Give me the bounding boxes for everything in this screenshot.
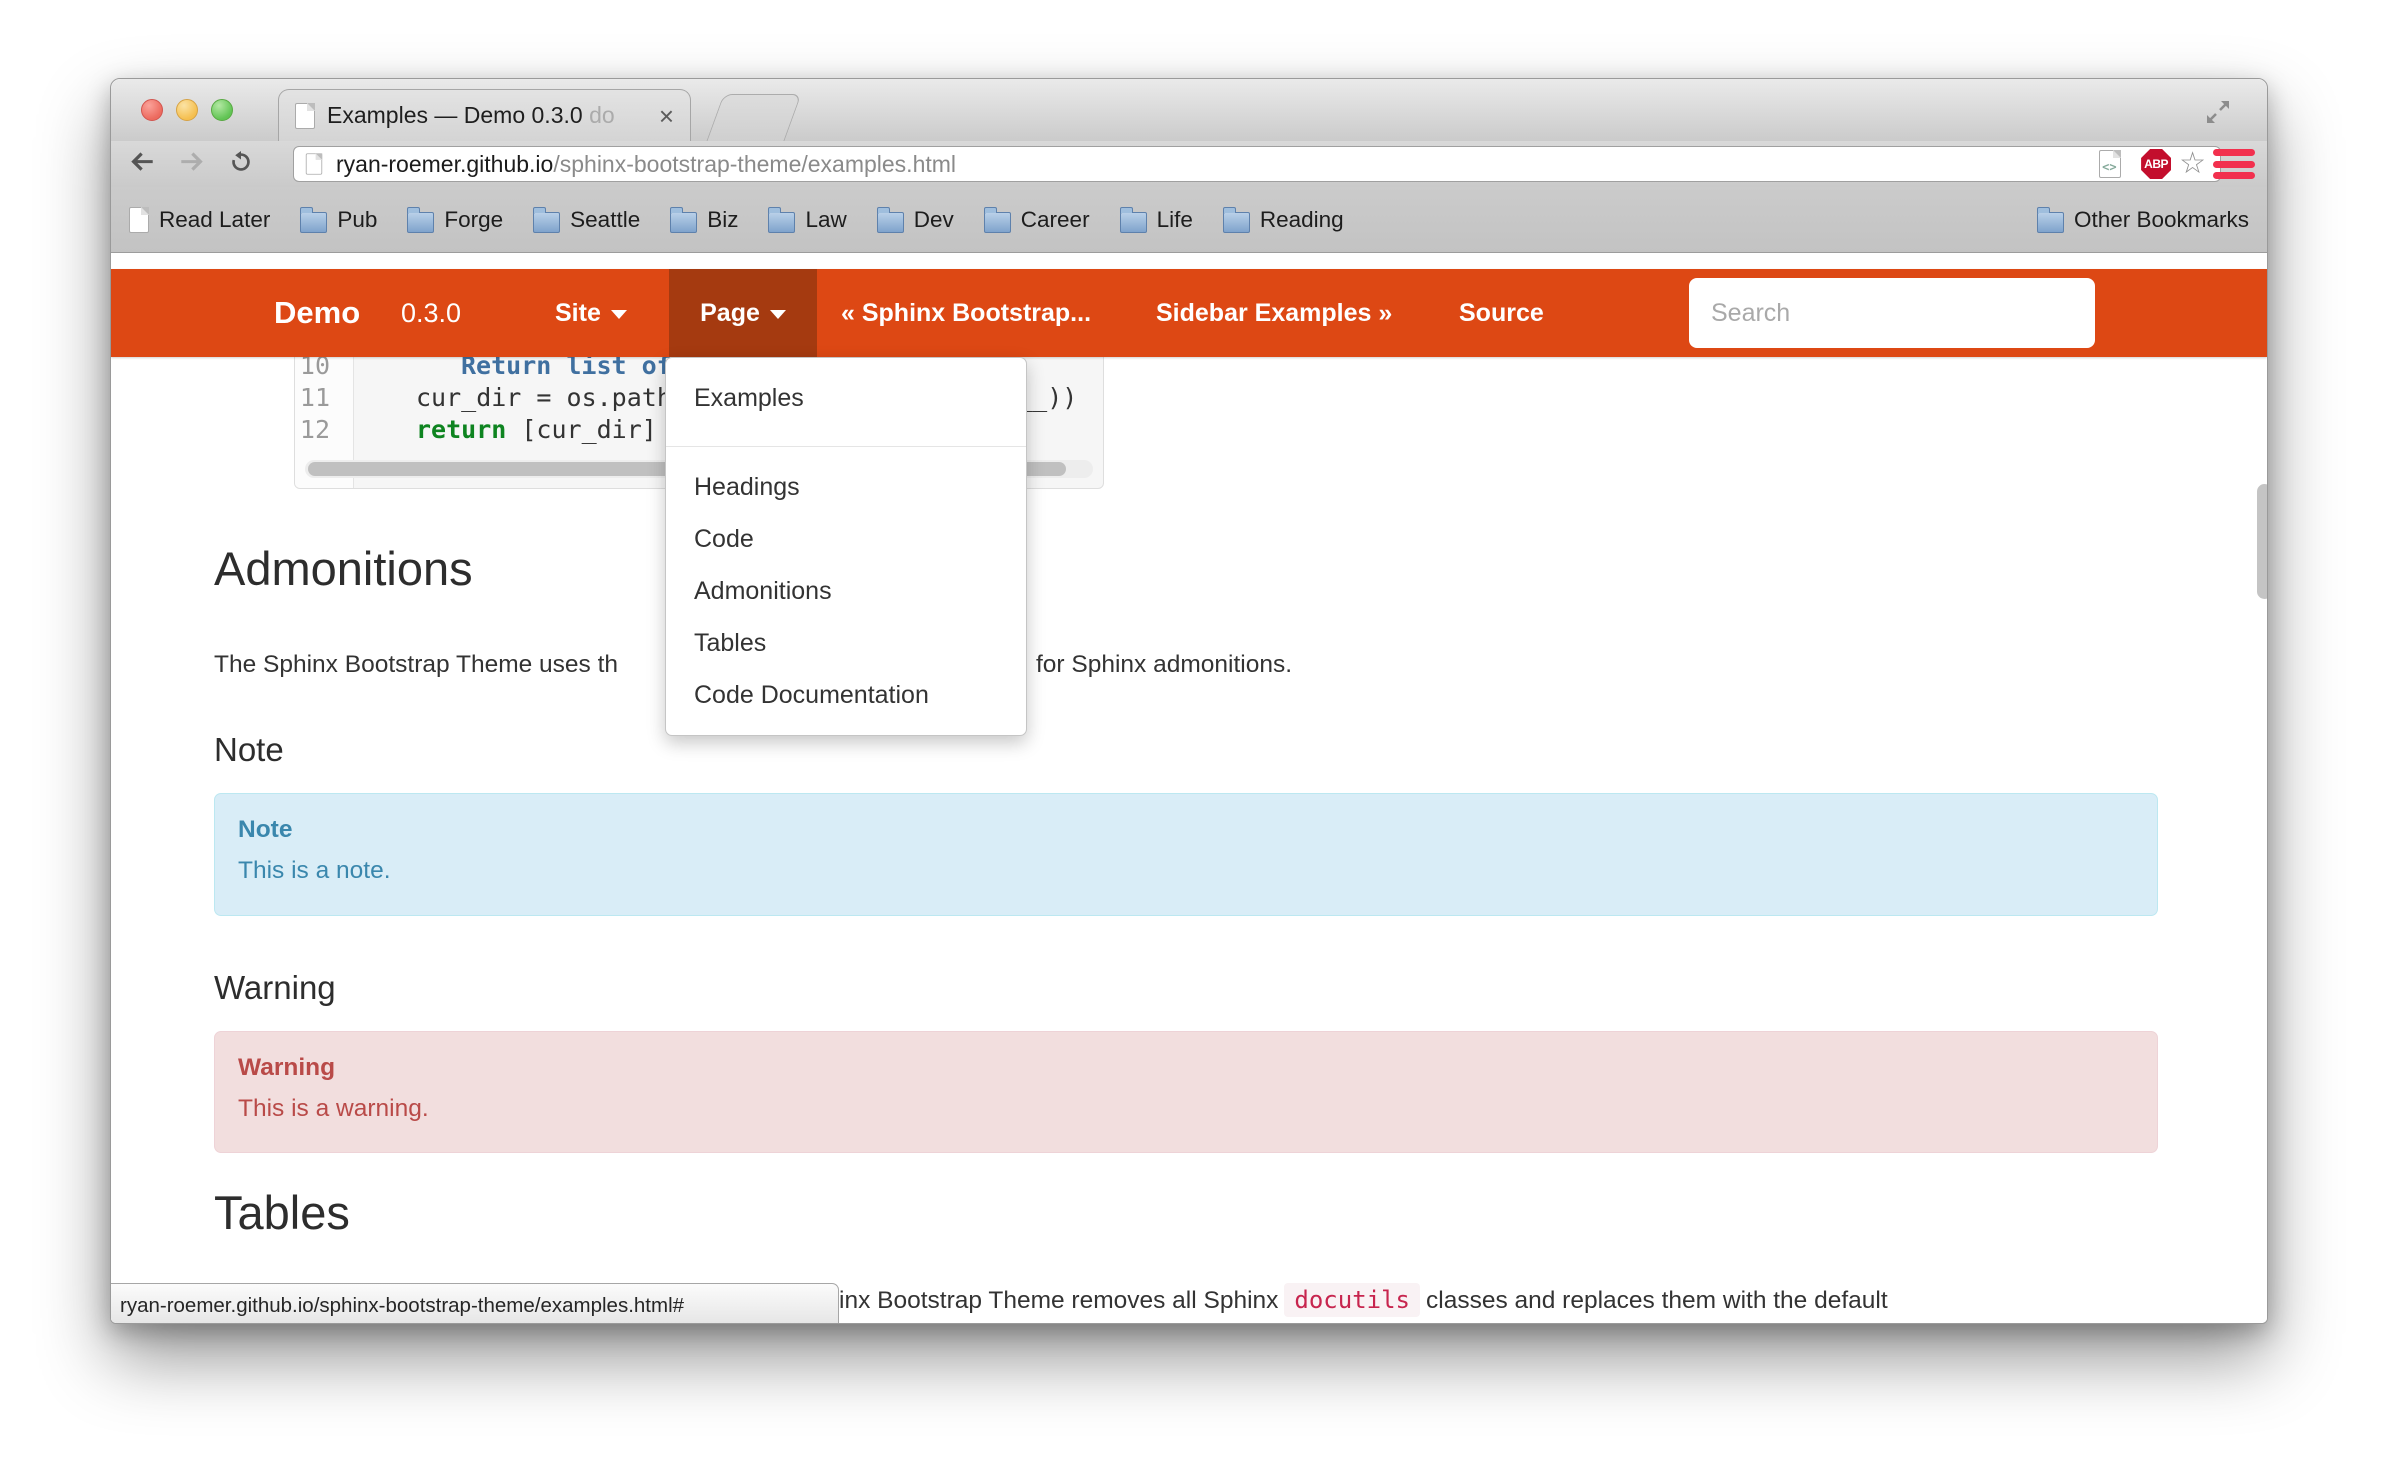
vertical-scrollbar-thumb[interactable] (2257, 484, 2267, 599)
page-dropdown-menu: Examples Headings Code Admonitions Table… (665, 357, 1027, 736)
close-window-button[interactable] (141, 99, 163, 121)
note-heading: Note (214, 731, 284, 769)
navbar-prev-link[interactable]: « Sphinx Bootstrap... (841, 269, 1091, 357)
admonitions-heading: Admonitions (214, 541, 473, 596)
tables-heading: Tables (214, 1185, 350, 1240)
bookmark-folder-dev[interactable]: Dev (877, 207, 954, 233)
folder-icon (2037, 212, 2064, 233)
bookmark-folder-pub[interactable]: Pub (300, 207, 377, 233)
dropdown-item-code-documentation[interactable]: Code Documentation (666, 669, 1026, 721)
tab-favicon-icon (295, 103, 315, 129)
browser-tab[interactable]: Examples — Demo 0.3.0 do × (278, 89, 691, 141)
folder-icon (768, 212, 795, 233)
warning-alert: Warning This is a warning. (214, 1031, 2158, 1153)
chevron-down-icon (611, 310, 627, 319)
fullscreen-icon[interactable] (2201, 95, 2235, 129)
intro-paragraph-left: The Sphinx Bootstrap Theme uses th (214, 651, 618, 679)
tab-close-icon[interactable]: × (659, 104, 674, 128)
bookmark-folder-seattle[interactable]: Seattle (533, 207, 640, 233)
warning-alert-title: Warning (238, 1054, 2157, 1082)
folder-icon (984, 212, 1011, 233)
folder-icon (1223, 212, 1250, 233)
bookmark-folder-biz[interactable]: Biz (670, 207, 738, 233)
site-navbar: Demo 0.3.0 Site Page « Sphinx Bootstrap.… (111, 269, 2267, 357)
dropdown-item-headings[interactable]: Headings (666, 461, 1026, 513)
navbar-next-link[interactable]: Sidebar Examples » (1156, 269, 1392, 357)
tab-title: Examples — Demo 0.3.0 do (327, 102, 647, 129)
note-alert-body: This is a note. (238, 857, 2157, 885)
note-alert: Note This is a note. (214, 793, 2158, 916)
intro-paragraph-right: for Sphinx admonitions. (1036, 651, 1292, 679)
folder-icon (300, 212, 327, 233)
bookmarks-bar: Read Later Pub Forge Seattle Biz Law Dev… (111, 187, 2267, 253)
bookmark-folder-life[interactable]: Life (1120, 207, 1193, 233)
titlebar[interactable]: Examples — Demo 0.3.0 do × (111, 79, 2267, 141)
tables-paragraph: inx Bootstrap Theme removes all Sphinxdo… (839, 1286, 1888, 1315)
search-input[interactable] (1689, 278, 2095, 348)
bookmark-read-later[interactable]: Read Later (129, 207, 270, 233)
page-viewport: 10Return list of HTML 11cur_dir = os.pat… (111, 253, 2267, 1323)
url-favicon-icon (306, 153, 322, 174)
chrome-menu-icon[interactable] (2213, 149, 2255, 179)
dropdown-divider (666, 446, 1026, 447)
browser-window: Examples — Demo 0.3.0 do × ryan-roemer.g… (110, 78, 2268, 1324)
zoom-window-button[interactable] (211, 99, 233, 121)
navbar-site-menu[interactable]: Site (555, 269, 627, 357)
back-icon[interactable] (127, 147, 157, 182)
navbar-version: 0.3.0 (401, 269, 461, 357)
folder-icon (877, 212, 904, 233)
dropdown-item-tables[interactable]: Tables (666, 617, 1026, 669)
folder-icon (533, 212, 560, 233)
folder-icon (670, 212, 697, 233)
docutils-code-chip: docutils (1284, 1283, 1420, 1317)
navbar-brand[interactable]: Demo (274, 269, 360, 357)
warning-heading: Warning (214, 969, 336, 1007)
warning-alert-body: This is a warning. (238, 1095, 2157, 1123)
status-bar: ryan-roemer.github.io/sphinx-bootstrap-t… (111, 1283, 839, 1323)
navbar-page-menu[interactable]: Page (669, 269, 817, 357)
dropdown-item-examples[interactable]: Examples (666, 372, 1026, 424)
other-bookmarks[interactable]: Other Bookmarks (2037, 207, 2249, 233)
traffic-lights (141, 99, 233, 121)
minimize-window-button[interactable] (176, 99, 198, 121)
adblock-icon[interactable]: ABP (2141, 149, 2171, 179)
bookmark-folder-forge[interactable]: Forge (407, 207, 503, 233)
chevron-down-icon (770, 310, 786, 319)
address-bar[interactable]: ryan-roemer.github.io/sphinx-bootstrap-t… (293, 146, 2221, 182)
folder-icon (407, 212, 434, 233)
folder-icon (1120, 212, 1147, 233)
bookmark-star-icon[interactable] (2179, 149, 2206, 179)
bookmark-folder-career[interactable]: Career (984, 207, 1090, 233)
reload-icon[interactable] (227, 148, 255, 181)
bookmark-folder-law[interactable]: Law (768, 207, 846, 233)
new-tab-button[interactable] (706, 94, 801, 141)
view-source-icon[interactable] (2099, 150, 2121, 178)
page-icon (129, 207, 149, 233)
navbar-source-link[interactable]: Source (1459, 269, 1544, 357)
bookmark-folder-reading[interactable]: Reading (1223, 207, 1344, 233)
note-alert-title: Note (238, 816, 2157, 844)
dropdown-item-code[interactable]: Code (666, 513, 1026, 565)
url-text: ryan-roemer.github.io/sphinx-bootstrap-t… (336, 151, 956, 178)
browser-toolbar: ryan-roemer.github.io/sphinx-bootstrap-t… (111, 141, 2267, 187)
dropdown-item-admonitions[interactable]: Admonitions (666, 565, 1026, 617)
forward-icon[interactable] (177, 147, 207, 182)
